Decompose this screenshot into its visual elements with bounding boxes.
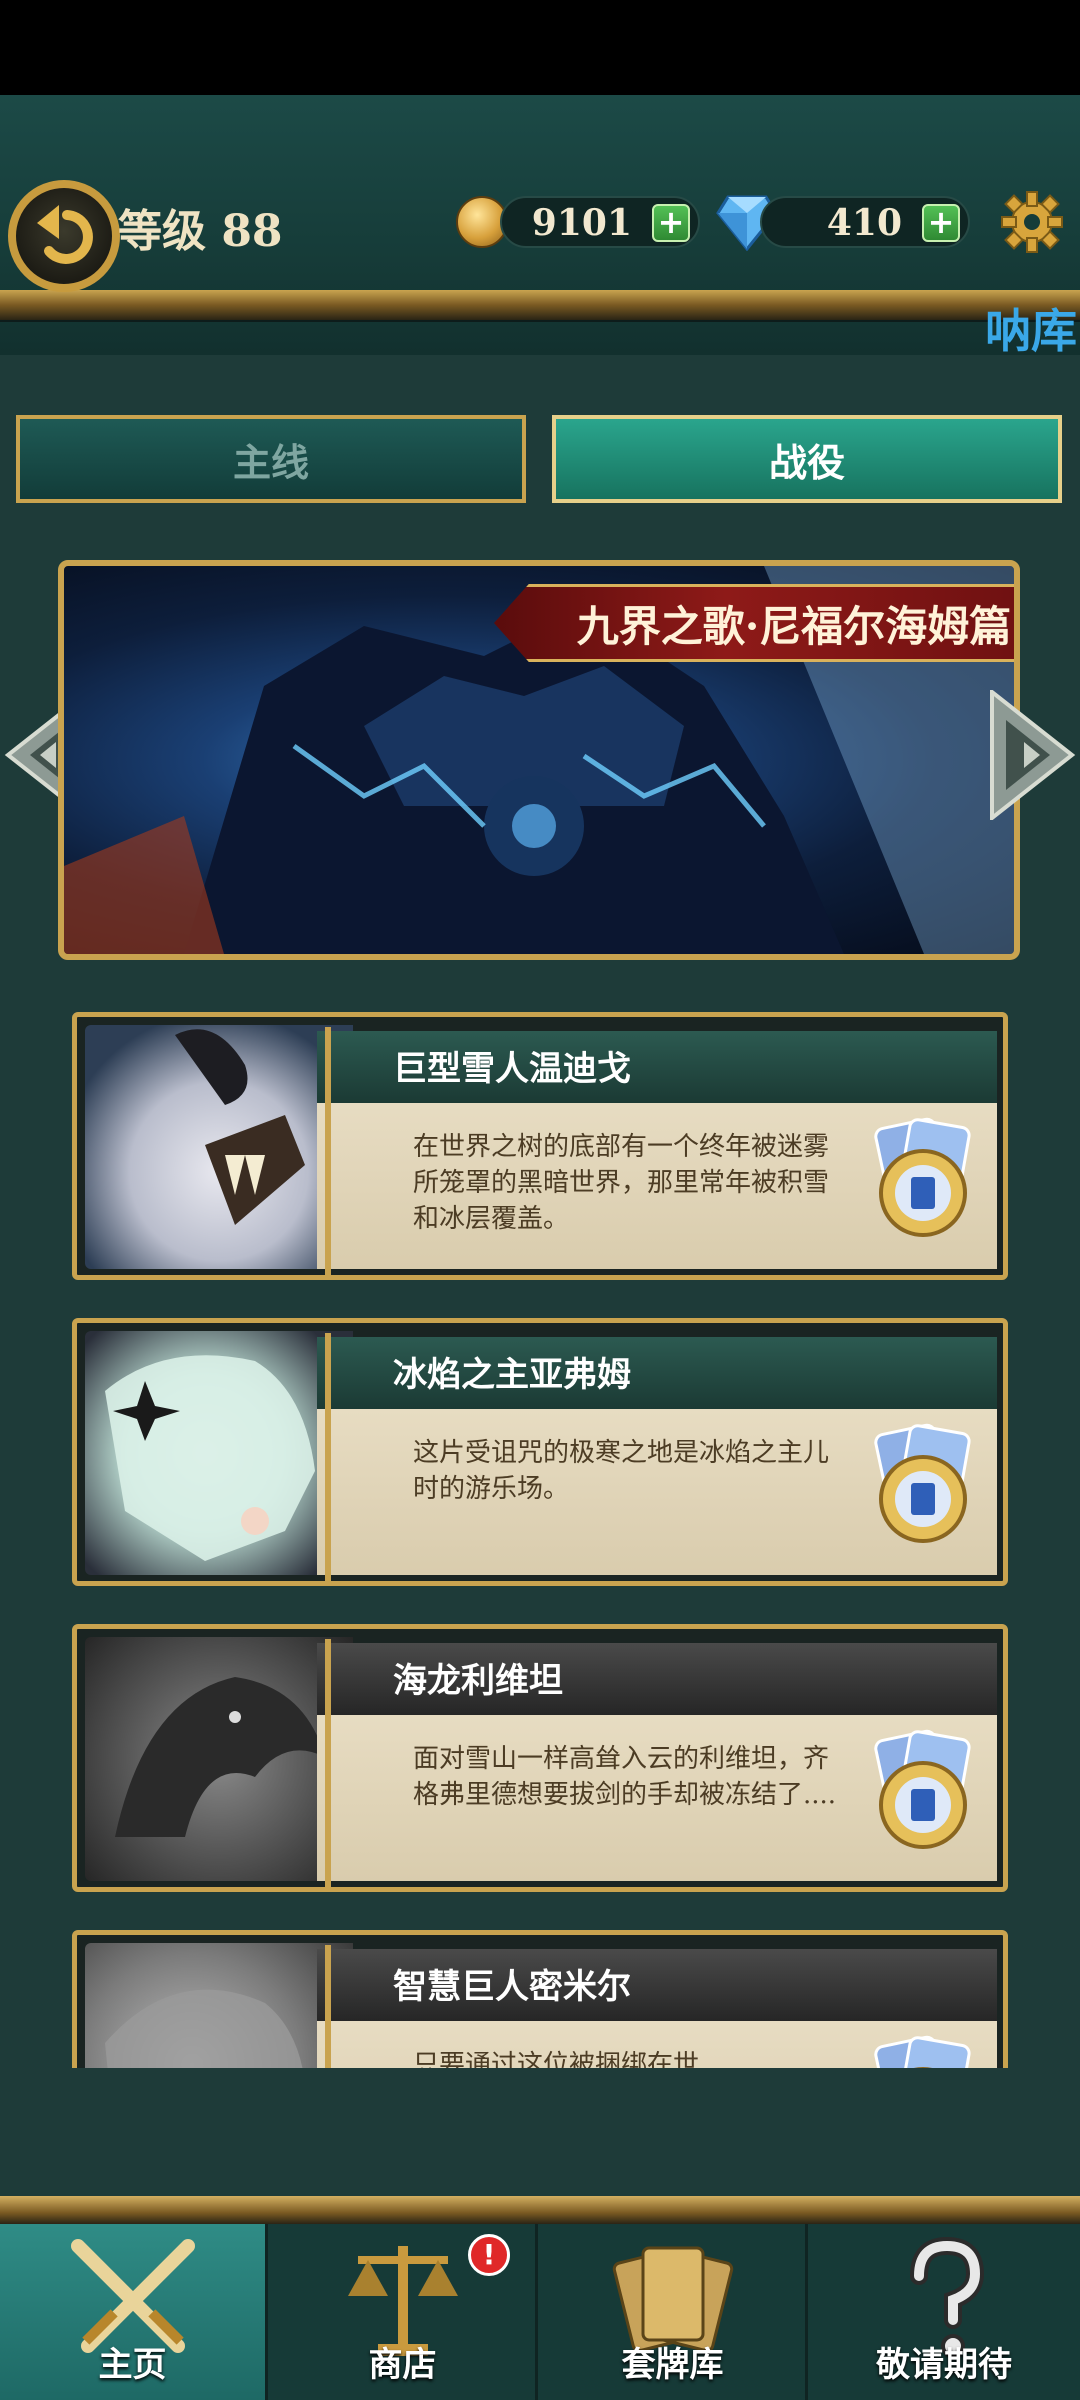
banner-next-arrow-icon[interactable]: [990, 690, 1076, 820]
chapter-portrait: [85, 1331, 353, 1575]
banner-title: 九界之歌·尼福尔海姆篇: [494, 584, 1014, 662]
gear-icon[interactable]: [1000, 190, 1064, 254]
add-gems-button[interactable]: +: [922, 204, 960, 242]
tab-main-story[interactable]: 主线: [16, 415, 526, 503]
side-label[interactable]: 呐库: [985, 295, 1077, 361]
nav-coming-soon[interactable]: 敬请期待: [810, 2224, 1078, 2400]
bottom-nav: 主页 商店 套牌库 敬请期待: [0, 2224, 1080, 2400]
back-arrow-icon: [37, 205, 93, 264]
nav-deck[interactable]: 套牌库: [540, 2224, 808, 2400]
card-pack-medal-icon: [874, 1423, 971, 1543]
nav-home[interactable]: 主页: [0, 2224, 268, 2400]
card-pack-medal-icon: [874, 1729, 971, 1849]
nav-deck-label: 套牌库: [621, 2345, 724, 2385]
chapter-desc: 只要通过这位被捆绑在世: [413, 2050, 700, 2068]
gold-counter: 9101 +: [500, 196, 700, 248]
nav-coming-soon-label: 敬请期待: [876, 2345, 1012, 2385]
gem-counter: 410 +: [760, 196, 970, 248]
nav-shop-label: 商店: [368, 2345, 437, 2385]
bottom-nav-rail: [0, 2196, 1080, 2224]
chapter-name: 巨型雪人温迪戈: [393, 1049, 631, 1089]
player-level: 等级 88: [118, 206, 283, 257]
chapter-name: 海龙利维坦: [393, 1661, 563, 1701]
campaign-banner[interactable]: 九界之歌·尼福尔海姆篇: [58, 560, 1020, 960]
gold-value: 9101: [531, 202, 632, 244]
chapter-portrait: [85, 1943, 353, 2068]
card-pack-medal-icon: [874, 2035, 971, 2068]
chapter-portrait: [85, 1025, 353, 1269]
add-gold-button[interactable]: +: [652, 204, 690, 242]
shop-notification-badge: !: [468, 2234, 510, 2276]
top-bar-rail: [0, 290, 1080, 322]
chapter-card-ymir[interactable]: 冰焰之主亚弗姆 这片受诅咒的极寒之地是冰焰之主儿时的游乐场。: [72, 1318, 1008, 1586]
chapter-list[interactable]: 巨型雪人温迪戈 在世界之树的底部有一个终年被迷雾所笼罩的黑暗世界，那里常年被积雪…: [0, 1000, 1080, 2068]
gem-value: 410: [826, 202, 902, 244]
status-bar: [0, 0, 1080, 95]
chapter-name: 智慧巨人密米尔: [393, 1967, 631, 2007]
tab-campaign[interactable]: 战役: [552, 415, 1062, 503]
back-button[interactable]: [8, 180, 120, 292]
chapter-desc: 这片受诅咒的极寒之地是冰焰之主儿时的游乐场。: [413, 1438, 830, 1504]
chapter-portrait: [85, 1637, 353, 1881]
chapter-card-wendigo[interactable]: 巨型雪人温迪戈 在世界之树的底部有一个终年被迷雾所笼罩的黑暗世界，那里常年被积雪…: [72, 1012, 1008, 1280]
chapter-desc: 在世界之树的底部有一个终年被迷雾所笼罩的黑暗世界，那里常年被积雪和冰层覆盖。: [413, 1132, 830, 1234]
chapter-desc: 面对雪山一样高耸入云的利维坦，齐格弗里德想要拔剑的手却被冻结了....: [413, 1744, 837, 1810]
chapter-card-mimir[interactable]: 智慧巨人密米尔 只要通过这位被捆绑在世: [72, 1930, 1008, 2068]
chapter-card-leviathan[interactable]: 海龙利维坦 面对雪山一样高耸入云的利维坦，齐格弗里德想要拔剑的手却被冻结了...…: [72, 1624, 1008, 1892]
nav-home-label: 主页: [98, 2345, 167, 2385]
card-pack-medal-icon: [874, 1117, 971, 1237]
chapter-name: 冰焰之主亚弗姆: [393, 1355, 631, 1395]
